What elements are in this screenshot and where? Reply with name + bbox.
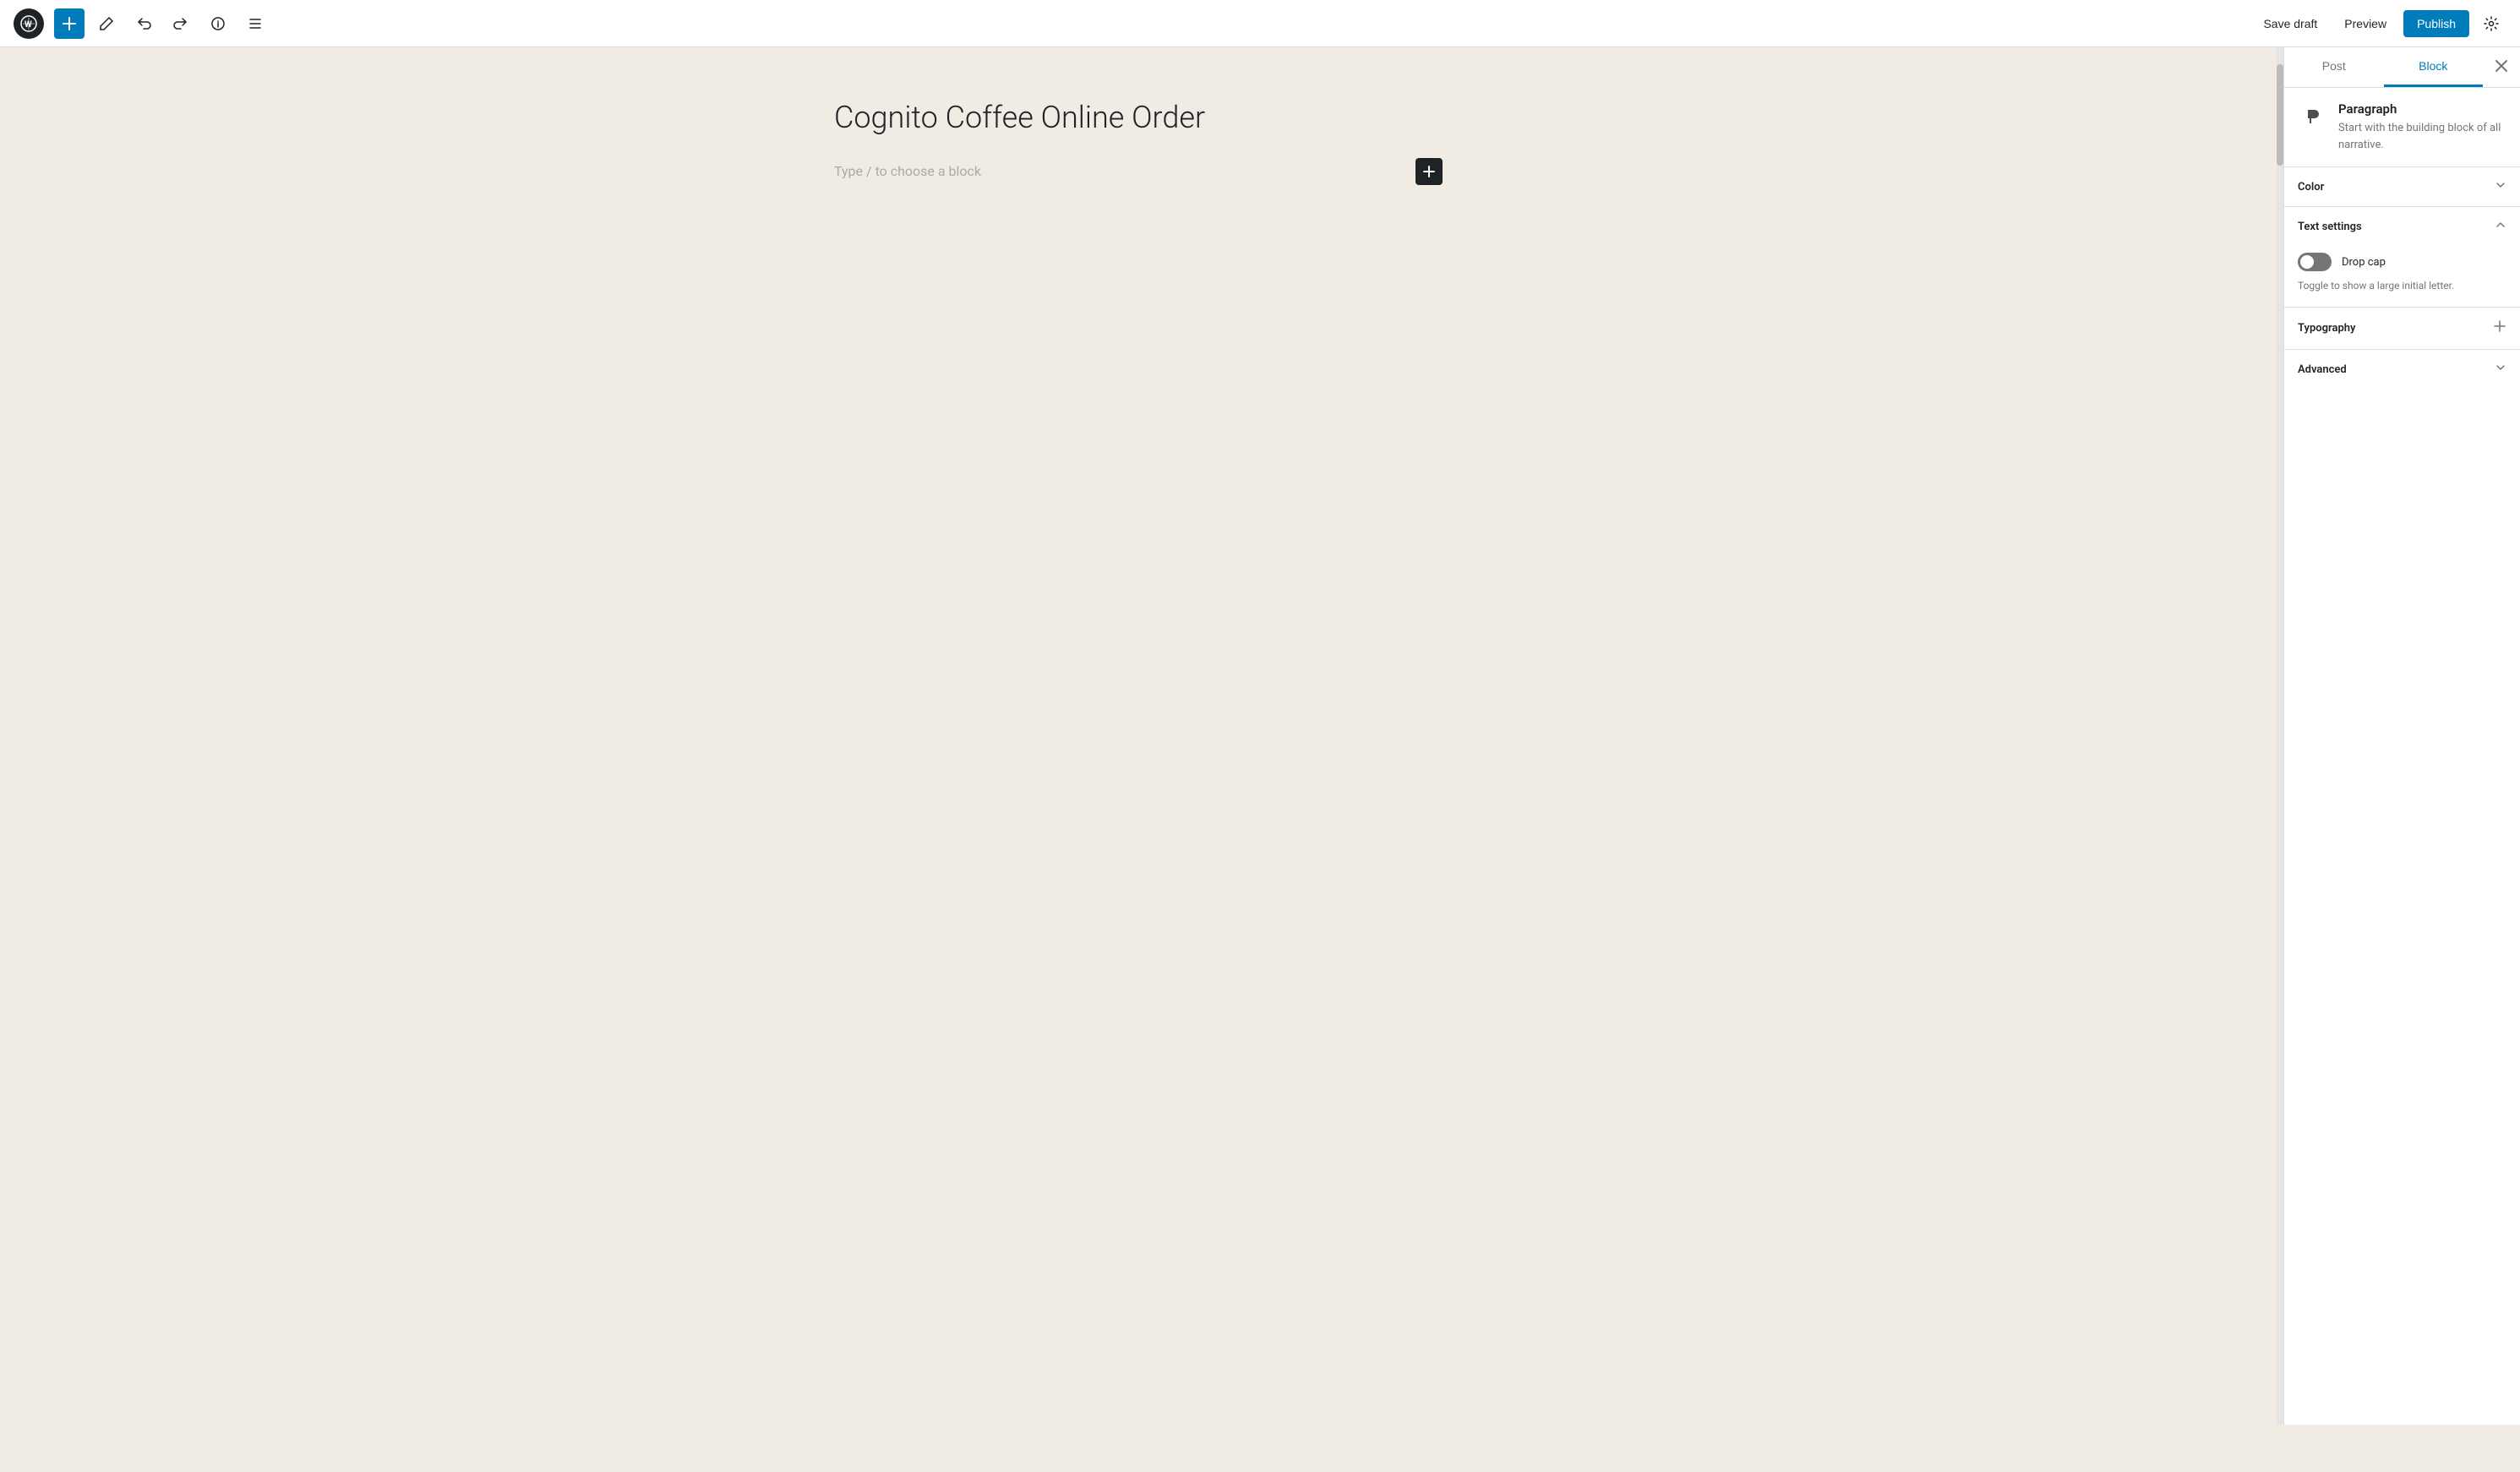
preview-button[interactable]: Preview [2334, 10, 2397, 37]
placeholder-text: Type / to choose a block [834, 163, 981, 179]
text-settings-content: Drop cap Toggle to show a large initial … [2284, 246, 2520, 307]
editor-content: Cognito Coffee Online Order Type / to ch… [834, 98, 1443, 192]
undo-button[interactable] [128, 8, 159, 39]
typography-section-title: Typography [2298, 322, 2356, 335]
toolbar-right: Save draft Preview Publish [2253, 8, 2506, 39]
color-chevron-icon [2495, 179, 2506, 194]
wp-logo-icon: W [14, 8, 44, 39]
sidebar-scrollbar-track[interactable] [2277, 47, 2283, 1425]
add-block-button[interactable] [54, 8, 85, 39]
typography-section-header[interactable]: Typography [2284, 308, 2520, 349]
sidebar-scrollbar-thumb[interactable] [2277, 64, 2283, 166]
post-title[interactable]: Cognito Coffee Online Order [834, 98, 1443, 138]
tab-block[interactable]: Block [2384, 47, 2484, 87]
settings-button[interactable] [2476, 8, 2506, 39]
color-section-title: Color [2298, 181, 2324, 194]
drop-cap-toggle[interactable] [2298, 253, 2332, 271]
color-section: Color [2284, 166, 2520, 206]
block-description: Start with the building block of all nar… [2338, 120, 2506, 153]
editor-area[interactable]: Cognito Coffee Online Order Type / to ch… [0, 47, 2277, 1425]
block-placeholder[interactable]: Type / to choose a block [834, 151, 1443, 192]
save-draft-button[interactable]: Save draft [2253, 10, 2327, 37]
text-settings-section: Text settings Drop cap Toggle to show a … [2284, 206, 2520, 307]
main-layout: Cognito Coffee Online Order Type / to ch… [0, 47, 2520, 1425]
typography-plus-icon[interactable] [2493, 319, 2506, 337]
svg-text:W: W [25, 20, 32, 30]
sidebar-close-button[interactable] [2483, 47, 2520, 85]
block-info-text: Paragraph Start with the building block … [2338, 101, 2506, 153]
block-info: Paragraph Start with the building block … [2284, 88, 2520, 166]
color-section-header[interactable]: Color [2284, 167, 2520, 206]
toolbar: W Save draft [0, 0, 2520, 47]
text-settings-header[interactable]: Text settings [2284, 207, 2520, 246]
advanced-section: Advanced [2284, 349, 2520, 389]
redo-button[interactable] [166, 8, 196, 39]
sidebar: Post Block Paragraph Start with the buil… [2283, 47, 2520, 1425]
tab-post[interactable]: Post [2284, 47, 2384, 87]
drop-cap-label: Drop cap [2342, 256, 2386, 269]
edit-button[interactable] [91, 8, 122, 39]
advanced-section-header[interactable]: Advanced [2284, 350, 2520, 389]
publish-button[interactable]: Publish [2403, 10, 2469, 37]
advanced-chevron-icon [2495, 362, 2506, 377]
info-button[interactable] [203, 8, 233, 39]
paragraph-icon [2298, 101, 2328, 132]
drop-cap-row: Drop cap [2298, 253, 2506, 271]
block-title: Paragraph [2338, 101, 2506, 117]
advanced-section-title: Advanced [2298, 363, 2347, 376]
text-settings-title: Text settings [2298, 221, 2362, 233]
list-view-button[interactable] [240, 8, 270, 39]
sidebar-tabs: Post Block [2284, 47, 2520, 88]
text-settings-chevron-icon [2495, 219, 2506, 234]
typography-section: Typography [2284, 307, 2520, 349]
drop-cap-description: Toggle to show a large initial letter. [2298, 278, 2506, 293]
inline-add-block-button[interactable] [1415, 158, 1443, 185]
